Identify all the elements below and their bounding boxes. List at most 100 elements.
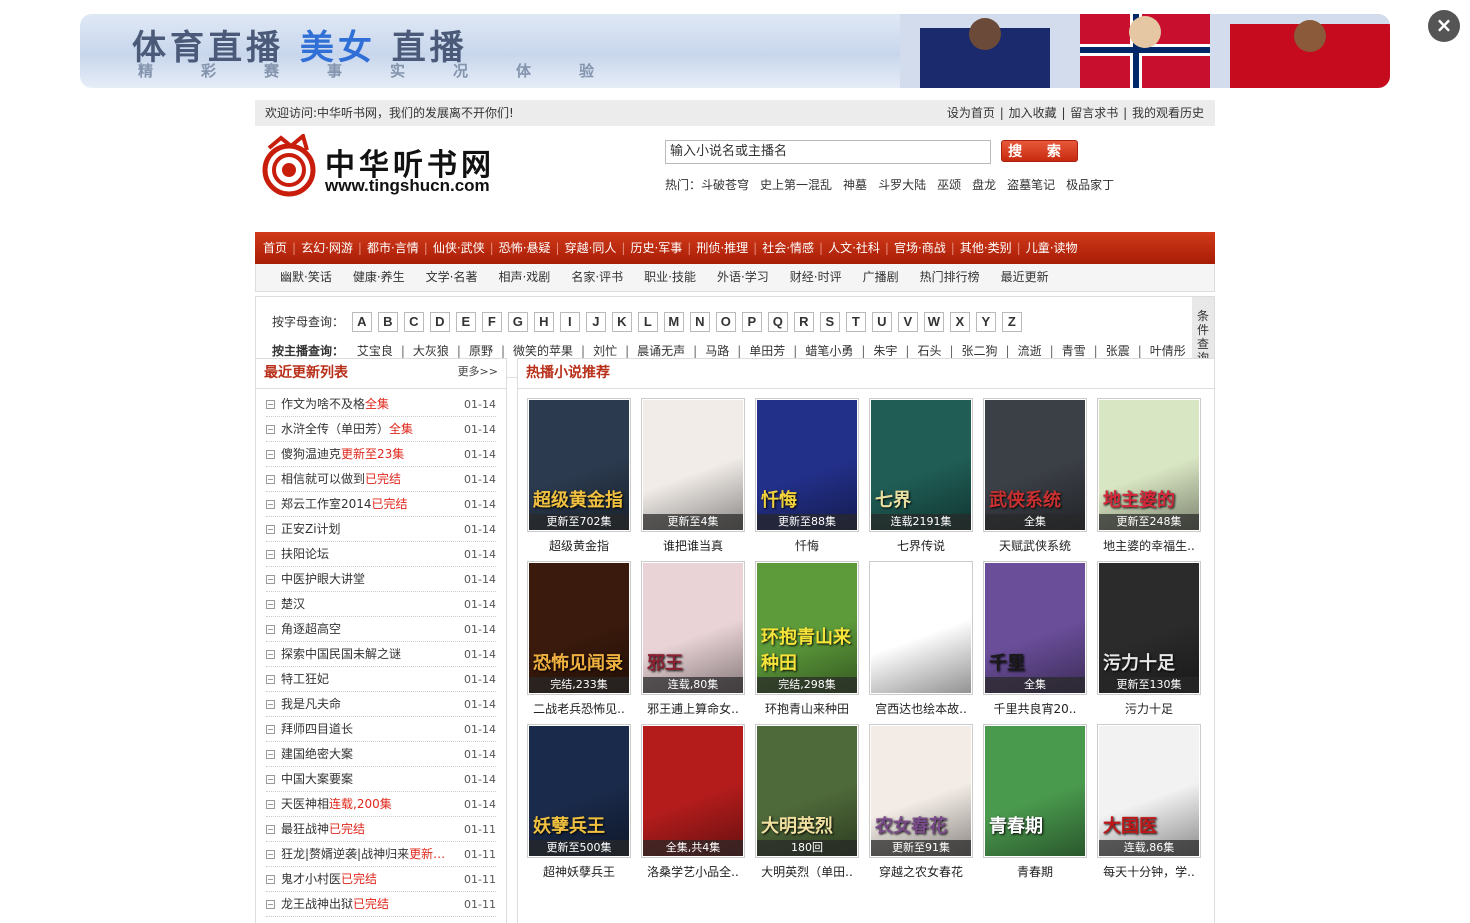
novel-title[interactable]: 千里共良宵20.. [983,700,1087,717]
search-button[interactable]: 搜 索 [1001,140,1078,162]
anchor-link[interactable]: 叶倩彤 [1150,344,1186,358]
novel-cover[interactable]: 大明英烈 180回 [755,724,859,858]
novel-title[interactable]: 洛桑学艺小品全.. [641,863,745,880]
novel-card[interactable]: 千里 全集 千里共良宵20.. [983,561,1087,719]
nav-item[interactable]: 历史·军事 [625,232,687,264]
novel-cover[interactable]: 邪王 连载,80集 [641,561,745,695]
novel-cover[interactable]: 农女春花 更新至91集 [869,724,973,858]
subnav-item[interactable]: 职业·技能 [644,270,696,284]
nav-item[interactable]: 都市·言情 [362,232,424,264]
novel-title[interactable]: 污力十足 [1097,700,1201,717]
hot-item[interactable]: 斗破苍穹 [701,178,749,192]
anchor-link[interactable]: 艾宝良 [357,344,393,358]
novel-cover[interactable]: 地主婆的 更新至248集 [1097,398,1201,532]
list-item[interactable]: 建国绝密大案 01-14 [266,742,496,767]
letter-f-button[interactable]: F [481,312,502,332]
list-item[interactable]: 郑云工作室2014已完结 01-14 [266,492,496,517]
novel-card[interactable]: 全集,共4集洛桑学艺小品全.. [641,724,745,882]
anchor-link[interactable]: 石头 [917,344,941,358]
subnav-item[interactable]: 外语·学习 [717,270,769,284]
list-item[interactable]: 龙王战神出狱已完结 01-11 [266,892,496,917]
close-ad-button[interactable]: × [1428,10,1460,42]
novel-cover[interactable]: 忏悔 更新至88集 [755,398,859,532]
subnav-item[interactable]: 健康·养生 [353,270,405,284]
anchor-link[interactable]: 原野 [469,344,493,358]
hot-item[interactable]: 盗墓笔记 [1007,178,1055,192]
letter-t-button[interactable]: T [845,312,866,332]
novel-card[interactable]: 恐怖见闻录 完结,233集 二战老兵恐怖见.. [527,561,631,719]
subnav-item[interactable]: 热门排行榜 [920,270,980,284]
novel-card[interactable]: 大国医 连载,86集 每天十分钟，学.. [1097,724,1201,882]
novel-cover[interactable]: 大国医 连载,86集 [1097,724,1201,858]
letter-v-button[interactable]: V [897,312,918,332]
add-favorite-link[interactable]: 加入收藏 [1009,106,1057,120]
novel-card[interactable]: 忏悔 更新至88集忏悔 [755,398,859,556]
search-input[interactable]: 输入小说名或主播名 [665,140,991,164]
letter-m-button[interactable]: M [663,312,684,332]
letter-p-button[interactable]: P [741,312,762,332]
list-item[interactable]: 水浒全传（单田芳）全集 01-14 [266,417,496,442]
anchor-link[interactable]: 刘忙 [593,344,617,358]
letter-d-button[interactable]: D [429,312,450,332]
novel-cover[interactable]: 超级黄金指 更新至702集 [527,398,631,532]
nav-item[interactable]: 首页 [258,232,292,264]
nav-item[interactable]: 仙侠·武侠 [428,232,490,264]
list-item[interactable]: 狂龙|赘婿逆袭|战神归来更新… 01-11 [266,842,496,867]
novel-title[interactable]: 超级黄金指 [527,537,631,554]
novel-card[interactable]: 青春期 青春期 [983,724,1087,882]
novel-cover[interactable]: 全集,共4集 [641,724,745,858]
novel-card[interactable]: 大明英烈 180回大明英烈（单田.. [755,724,859,882]
subnav-item[interactable]: 财经·时评 [790,270,842,284]
novel-cover[interactable]: 更新至4集 [641,398,745,532]
list-item[interactable]: 相信就可以做到已完结 01-14 [266,467,496,492]
list-item[interactable]: 中医护眼大讲堂 01-14 [266,567,496,592]
anchor-link[interactable]: 单田芳 [749,344,785,358]
list-item[interactable]: 傻狗温迪克更新至23集 01-14 [266,442,496,467]
anchor-link[interactable]: 马路 [705,344,729,358]
novel-cover[interactable] [869,561,973,695]
list-item[interactable]: 探索中国民国未解之谜 01-14 [266,642,496,667]
list-item[interactable]: 特工狂妃 01-14 [266,667,496,692]
nav-item[interactable]: 玄幻·网游 [296,232,358,264]
subnav-item[interactable]: 广播剧 [863,270,899,284]
novel-title[interactable]: 青春期 [983,863,1087,880]
nav-item[interactable]: 人文·社科 [823,232,885,264]
set-homepage-link[interactable]: 设为首页 [947,106,995,120]
novel-card[interactable]: 污力十足 更新至130集污力十足 [1097,561,1201,719]
novel-card[interactable]: 超级黄金指 更新至702集超级黄金指 [527,398,631,556]
list-item[interactable]: 最狂战神已完结 01-11 [266,817,496,842]
letter-w-button[interactable]: W [923,312,944,332]
novel-title[interactable]: 大明英烈（单田.. [755,863,859,880]
list-item[interactable]: 扶阳论坛 01-14 [266,542,496,567]
anchor-link[interactable]: 流逝 [1018,344,1042,358]
novel-cover[interactable]: 妖孽兵王 更新至500集 [527,724,631,858]
novel-title[interactable]: 穿越之农女春花 [869,863,973,880]
more-link[interactable]: 更多>> [458,359,498,386]
letter-u-button[interactable]: U [871,312,892,332]
hot-item[interactable]: 斗罗大陆 [878,178,926,192]
hot-item[interactable]: 巫颂 [937,178,961,192]
novel-title[interactable]: 忏悔 [755,537,859,554]
subnav-item[interactable]: 幽默·笑话 [280,270,332,284]
letter-g-button[interactable]: G [507,312,528,332]
novel-card[interactable]: 宫西达也绘本故.. [869,561,973,719]
list-item[interactable]: 中国大案要案 01-14 [266,767,496,792]
list-item[interactable]: 楚汉 01-14 [266,592,496,617]
list-item[interactable]: 拜师四目道长 01-14 [266,717,496,742]
letter-k-button[interactable]: K [611,312,632,332]
letter-z-button[interactable]: Z [1001,312,1022,332]
anchor-link[interactable]: 朱宇 [873,344,897,358]
novel-cover[interactable]: 环抱青山来种田 完结,298集 [755,561,859,695]
letter-o-button[interactable]: O [715,312,736,332]
list-item[interactable]: 角逐超高空 01-14 [266,617,496,642]
novel-cover[interactable]: 污力十足 更新至130集 [1097,561,1201,695]
anchor-link[interactable]: 晨诵无声 [637,344,685,358]
nav-item[interactable]: 社会·情感 [757,232,819,264]
hot-item[interactable]: 盘龙 [972,178,996,192]
letter-a-button[interactable]: A [351,312,372,332]
novel-cover[interactable]: 青春期 [983,724,1087,858]
request-book-link[interactable]: 留言求书 [1070,106,1118,120]
list-item[interactable]: 正安Zi计划 01-14 [266,517,496,542]
subnav-item[interactable]: 相声·戏剧 [498,270,550,284]
nav-item[interactable]: 穿越·同人 [560,232,622,264]
